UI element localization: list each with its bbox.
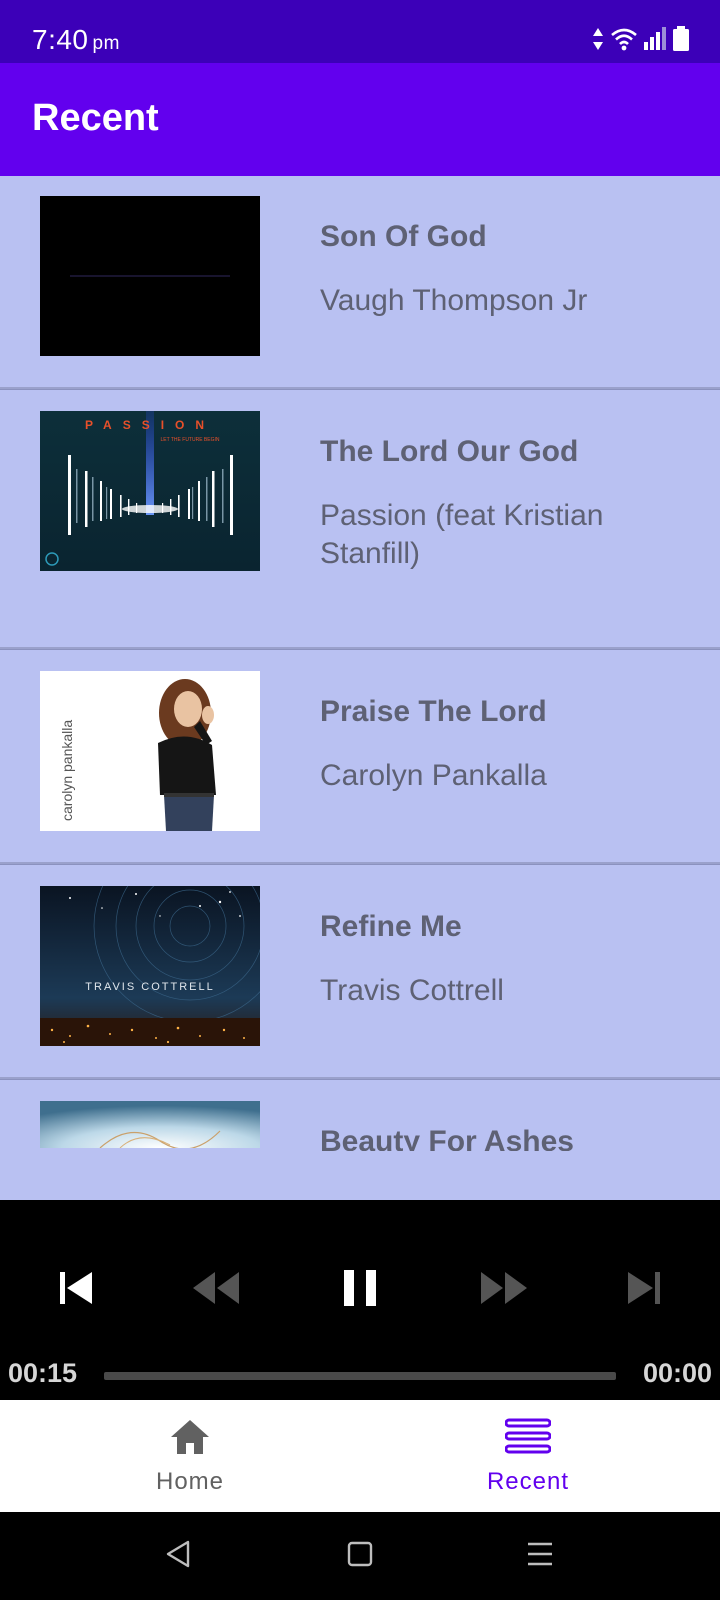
system-navigation-bar — [0, 1512, 720, 1600]
portrait-art: carolyn pankalla — [40, 671, 260, 831]
song-card[interactable]: Son Of God Vaugh Thompson Jr — [0, 176, 720, 389]
song-artist: Vaugh Thompson Jr — [320, 284, 588, 317]
rewind-button[interactable] — [176, 1260, 256, 1320]
passion-art: PASSION LET THE FUTURE BEGIN — [40, 411, 260, 571]
night-sky-art-title: TRAVIS COTTRELL — [85, 981, 214, 993]
bottom-navigation: Home Recent — [0, 1400, 720, 1512]
waveform-art — [40, 196, 260, 356]
fast-forward-button[interactable] — [464, 1260, 544, 1320]
song-card[interactable]: PASSION LET THE FUTURE BEGIN The Lord Ou… — [0, 391, 720, 649]
status-time: 7:40 pm — [32, 24, 120, 56]
song-artist: Carolyn Pankalla — [320, 759, 547, 792]
night-sky-art: TRAVIS COTTRELL — [40, 886, 260, 1046]
back-button[interactable] — [156, 1534, 200, 1578]
song-artist: Passion (feat Kristian Stanfill) — [320, 499, 604, 570]
skip-previous-button[interactable] — [36, 1260, 116, 1320]
nav-recent[interactable]: Recent — [348, 1400, 708, 1512]
song-title: Son Of God — [320, 220, 487, 253]
home-icon — [169, 1418, 211, 1461]
app-bar: Recent — [0, 63, 720, 176]
battery-icon — [672, 26, 690, 57]
back-icon — [164, 1539, 192, 1574]
nav-home-label: Home — [155, 1468, 225, 1495]
page-title: Recent — [32, 97, 159, 139]
recent-list-icon — [504, 1418, 552, 1459]
skip-next-button[interactable] — [604, 1260, 684, 1320]
song-card[interactable]: Beauty For Ashes — [0, 1081, 720, 1200]
song-title: Beauty For Ashes — [320, 1125, 574, 1151]
song-title: The Lord Our God — [320, 435, 579, 468]
recents-system-button[interactable] — [518, 1534, 562, 1578]
status-time-value: 7:40 — [32, 24, 89, 55]
square-home-icon — [347, 1541, 373, 1572]
skip-next-icon — [624, 1268, 664, 1313]
nav-home[interactable]: Home — [10, 1400, 370, 1512]
nav-recent-label: Recent — [486, 1468, 570, 1495]
portrait-art-name: carolyn pankalla — [59, 720, 75, 821]
status-time-ampm: pm — [92, 33, 120, 54]
fast-forward-icon — [479, 1268, 529, 1313]
status-bar: 7:40 pm — [0, 0, 720, 63]
wifi-icon — [610, 27, 638, 56]
status-icons — [592, 26, 690, 57]
data-arrows-icon — [592, 27, 604, 56]
passion-art-title: PASSION — [85, 418, 215, 432]
song-title: Praise The Lord — [320, 695, 547, 728]
seek-bar[interactable] — [104, 1372, 616, 1380]
pause-button[interactable] — [320, 1260, 400, 1320]
elapsed-time: 00:15 — [8, 1358, 78, 1388]
home-system-button[interactable] — [338, 1534, 382, 1578]
skip-previous-icon — [56, 1268, 96, 1313]
song-artist: Travis Cottrell — [320, 974, 504, 1007]
recent-song-list[interactable]: Son Of God Vaugh Thompson Jr PASSION LET… — [0, 176, 720, 1200]
song-card[interactable]: TRAVIS COTTRELL Refine Me Travis Cottrel… — [0, 866, 720, 1079]
pause-icon — [340, 1268, 380, 1313]
song-title: Refine Me — [320, 910, 462, 943]
rewind-icon — [191, 1268, 241, 1313]
total-duration: 00:00 — [642, 1358, 712, 1388]
passion-art-subtitle: LET THE FUTURE BEGIN — [161, 437, 220, 443]
menu-lines-icon — [526, 1541, 554, 1572]
media-player: 00:15 00:00 — [0, 1200, 720, 1400]
abstract-art — [40, 1101, 260, 1148]
song-card[interactable]: carolyn pankalla Praise The Lord Carolyn… — [0, 651, 720, 864]
signal-icon — [644, 27, 666, 56]
